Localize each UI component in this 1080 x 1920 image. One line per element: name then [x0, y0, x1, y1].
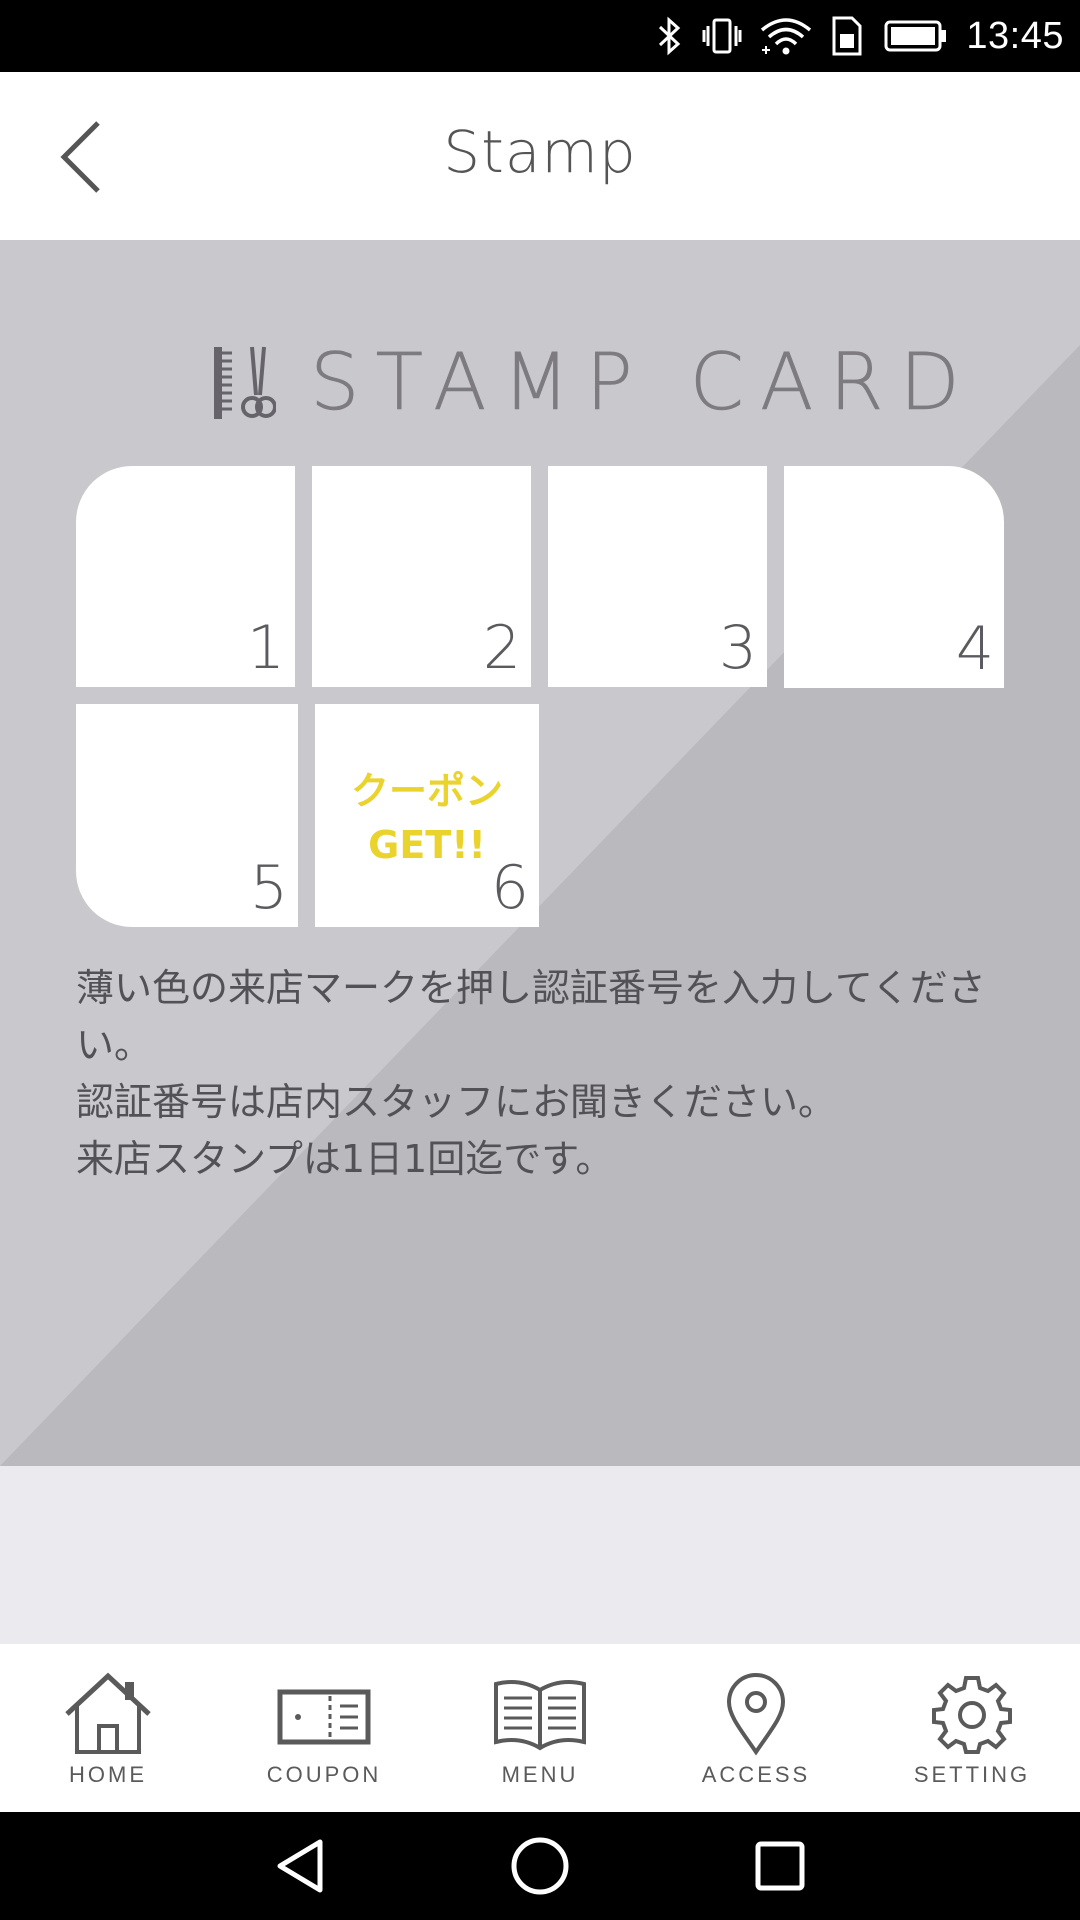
stamp-number: 5	[249, 853, 288, 923]
stamp-card-logo: STAMP CARD	[210, 338, 976, 428]
instruction-line-2: 認証番号は店内スタッフにお聞きください。	[76, 1080, 837, 1124]
header: Stamp	[0, 72, 1080, 240]
stamp-number: 6	[490, 853, 529, 923]
stamp-slot-6-coupon[interactable]: クーポン GET!! 6	[315, 704, 539, 927]
back-triangle-icon	[277, 1839, 323, 1893]
home-circle-icon	[511, 1837, 569, 1895]
stamp-slot-5[interactable]: 5	[76, 704, 298, 927]
vibrate-icon	[702, 18, 742, 54]
battery-icon	[884, 20, 947, 52]
nav-label: MENU	[501, 1762, 579, 1787]
android-nav-bar	[0, 1812, 1080, 1920]
home-icon	[65, 1672, 151, 1754]
stamp-card-title: STAMP CARD	[310, 338, 976, 429]
page-title: Stamp	[443, 118, 637, 186]
nav-label: HOME	[69, 1762, 147, 1787]
stamp-slot-2[interactable]: 2	[312, 466, 531, 687]
stamp-slot-3[interactable]: 3	[548, 466, 767, 687]
status-bar: 13:45	[0, 0, 1080, 72]
wifi-icon	[761, 18, 812, 55]
sim-icon	[832, 16, 862, 56]
nav-home[interactable]: HOME	[0, 1644, 216, 1812]
comb-scissors-icon	[214, 346, 276, 419]
book-icon	[494, 1680, 586, 1751]
stamp-number: 1	[246, 613, 285, 683]
android-home-button[interactable]	[510, 1836, 570, 1896]
gear-icon	[932, 1676, 1012, 1754]
nav-label: SETTING	[913, 1762, 1031, 1787]
nav-label: ACCESS	[701, 1762, 811, 1787]
recents-square-icon	[755, 1841, 805, 1891]
instruction-line-3: 来店スタンプは1日1回迄です。	[76, 1137, 614, 1181]
stamp-number: 2	[482, 613, 521, 683]
stamp-number: 3	[718, 613, 757, 683]
android-recents-button[interactable]	[750, 1836, 810, 1896]
stamp-card-area: STAMP CARD 1 2 3 4 5 クーポン GET!! 6 薄い色の来店…	[0, 240, 1080, 1466]
status-icons: 13:45	[656, 12, 1064, 60]
instruction-line-1: 薄い色の来店マークを押し認証番号を入力してください。	[76, 966, 986, 1067]
nav-label: COUPON	[266, 1762, 382, 1787]
stamp-slot-4[interactable]: 4	[784, 466, 1004, 688]
nav-menu[interactable]: MENU	[432, 1644, 648, 1812]
nav-setting[interactable]: SETTING	[864, 1644, 1080, 1812]
status-time: 13:45	[966, 14, 1064, 57]
nav-access[interactable]: ACCESS	[648, 1644, 864, 1812]
ticket-icon	[277, 1689, 371, 1745]
location-pin-icon	[726, 1673, 786, 1756]
nav-coupon[interactable]: COUPON	[216, 1644, 432, 1812]
stamp-slot-1[interactable]: 1	[76, 466, 295, 687]
stamp-number: 4	[955, 614, 994, 684]
android-back-button[interactable]	[270, 1836, 330, 1896]
stamp-instructions: 薄い色の来店マークを押し認証番号を入力してください。 認証番号は店内スタッフにお…	[76, 960, 1016, 1188]
bottom-nav: HOME COUPON MENU ACCESS SETTING	[0, 1644, 1080, 1812]
bluetooth-icon	[659, 16, 681, 56]
